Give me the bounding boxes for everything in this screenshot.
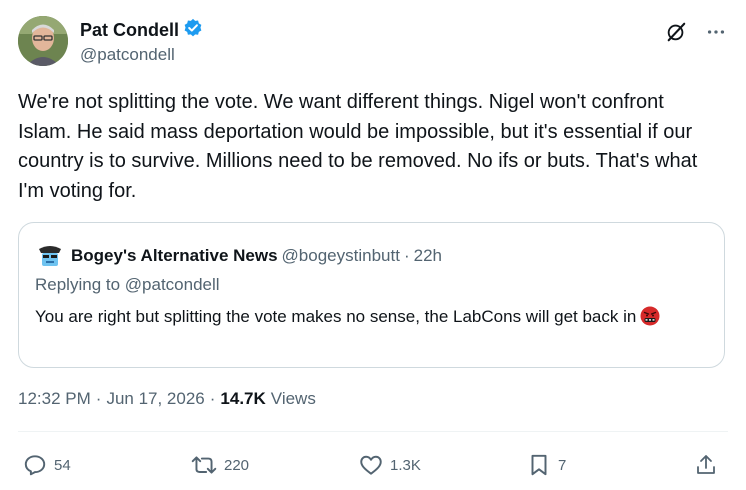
tweet-header: Pat Condell @patcondell <box>18 16 728 68</box>
post-text: We're not splitting the vote. We want di… <box>18 91 698 202</box>
replying-prefix: Replying to <box>35 275 121 294</box>
quoted-text: You are right but splitting the vote mak… <box>35 307 637 326</box>
author-display-name[interactable]: Pat Condell <box>80 20 179 41</box>
bookmark-button[interactable]: 7 <box>526 452 566 478</box>
reply-count: 54 <box>54 456 71 474</box>
meta-dot: · <box>95 389 102 408</box>
quoted-separator: · <box>403 246 410 265</box>
repost-count: 220 <box>224 456 250 474</box>
reply-icon <box>22 452 48 478</box>
bookmark-count: 7 <box>558 456 567 474</box>
angry-cursing-face-icon <box>640 306 660 333</box>
like-button[interactable]: 1.3K <box>358 452 421 478</box>
heart-icon <box>358 452 384 478</box>
repost-button[interactable]: 220 <box>190 452 249 478</box>
views-count[interactable]: 14.7K <box>220 389 265 409</box>
tweet: Pat Condell @patcondell We're not splitt… <box>0 0 746 490</box>
avatar[interactable] <box>18 16 68 66</box>
tweet-meta: 12:32 PM · Jun 17, 2026 · 14.7K Views <box>18 389 316 409</box>
share-icon <box>694 452 718 478</box>
author-handle[interactable]: @patcondell <box>80 45 203 65</box>
repost-icon <box>190 452 218 478</box>
quoted-tweet[interactable]: Bogey's Alternative News @bogeystinbutt … <box>18 222 725 368</box>
grok-icon[interactable] <box>664 20 688 44</box>
post-time[interactable]: 12:32 PM <box>18 389 91 409</box>
views-label[interactable]: Views <box>271 389 316 409</box>
action-bar: 54 220 1.3K 7 <box>22 452 722 478</box>
quoted-time[interactable]: 22h <box>414 246 442 266</box>
author-block: Pat Condell @patcondell <box>80 18 203 65</box>
bookmark-icon <box>526 452 552 478</box>
quoted-display-name[interactable]: Bogey's Alternative News <box>71 246 278 266</box>
quoted-tweet-header: Bogey's Alternative News @bogeystinbutt … <box>35 241 442 271</box>
meta-dot-2: · <box>209 389 216 408</box>
header-actions <box>664 20 728 44</box>
quoted-handle[interactable]: @bogeystinbutt <box>282 246 400 266</box>
like-count: 1.3K <box>390 456 421 474</box>
divider <box>18 431 728 432</box>
reply-button[interactable]: 54 <box>22 452 71 478</box>
quoted-avatar[interactable] <box>35 241 65 271</box>
verified-badge-icon <box>183 18 203 43</box>
share-button[interactable] <box>694 452 718 478</box>
more-options-icon[interactable] <box>704 20 728 44</box>
post-date[interactable]: Jun 17, 2026 <box>106 389 204 409</box>
replying-to: Replying to @patcondell <box>35 275 220 295</box>
replying-handle[interactable]: @patcondell <box>125 275 220 294</box>
quoted-text-block: You are right but splitting the vote mak… <box>35 305 705 333</box>
